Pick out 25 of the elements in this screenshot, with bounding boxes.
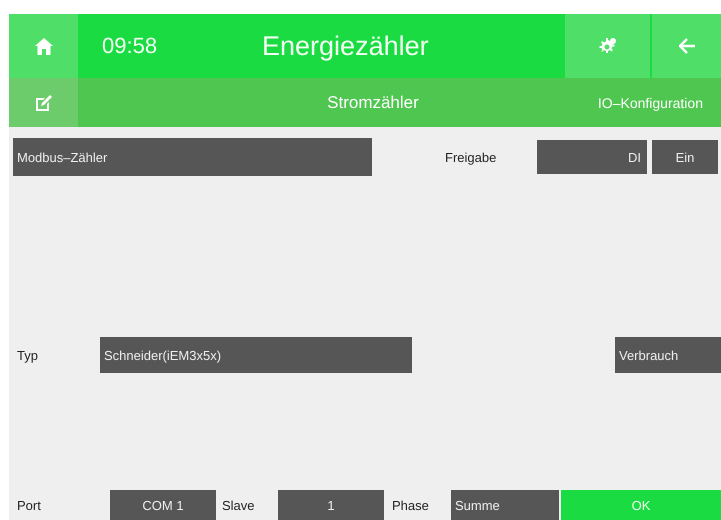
usage-field[interactable]: Verbrauch <box>615 337 721 373</box>
type-label: Typ <box>17 348 39 362</box>
clock-time: 09:58 <box>102 33 158 59</box>
enable-value-field[interactable]: Ein <box>652 140 718 174</box>
back-arrow-icon <box>678 38 694 54</box>
meter-name-field[interactable]: Modbus–Zähler <box>13 138 372 176</box>
edit-button[interactable] <box>9 78 78 127</box>
page-title: Energiezähler <box>262 30 430 62</box>
home-button[interactable] <box>9 14 78 78</box>
port-label: Port <box>17 498 42 512</box>
section-title: IO–Konfiguration <box>598 94 703 110</box>
subpage-title: Stromzähler <box>326 92 420 112</box>
settings-icon <box>598 37 616 55</box>
slave-label: Slave <box>222 498 256 512</box>
slave-field[interactable]: 1 <box>278 490 384 520</box>
enable-label: Freigabe <box>445 150 498 164</box>
enable-input-field[interactable]: DI <box>537 140 647 174</box>
settings-button[interactable] <box>565 14 650 78</box>
type-field[interactable]: Schneider(iEM3x5x) <box>100 337 412 373</box>
phase-field[interactable]: Summe <box>451 490 559 520</box>
edit-icon <box>36 94 52 110</box>
back-button[interactable] <box>652 14 721 78</box>
phase-label: Phase <box>392 498 430 512</box>
home-icon <box>34 38 52 54</box>
port-field[interactable]: COM 1 <box>110 490 216 520</box>
